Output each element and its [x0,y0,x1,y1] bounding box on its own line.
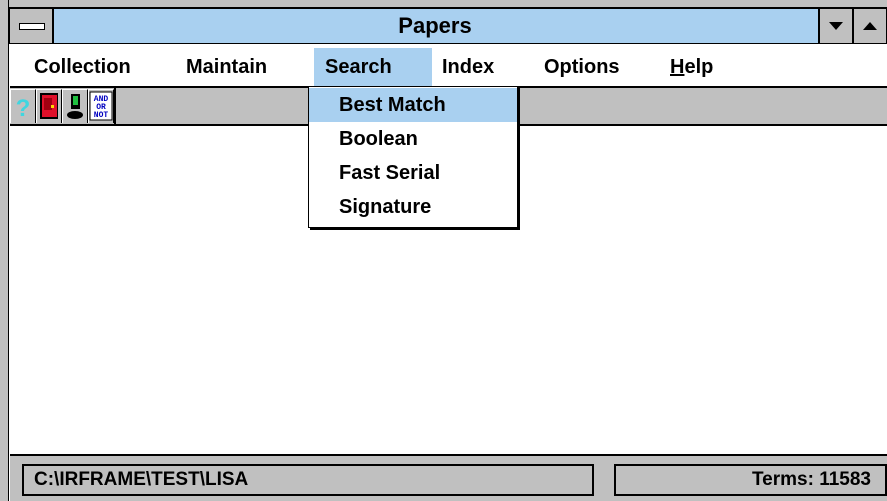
svg-text:?: ? [16,95,31,122]
exit-tool-button[interactable] [36,89,62,123]
menu-help-label: elp [684,56,714,78]
menu-help-accelerator: H [670,56,685,78]
menu-bar: Collection Maintain Search Index Options… [10,48,887,86]
maximize-arrow-icon [863,22,877,30]
phone-icon [67,94,83,119]
search-menu-fast-serial[interactable]: Fast Serial [309,156,517,190]
minimize-arrow-icon [829,22,843,30]
toolbar-divider [114,88,116,124]
system-menu-icon [19,23,45,30]
question-mark-icon: ? [16,95,31,122]
menu-search[interactable]: Search [314,48,432,86]
status-path: C:\IRFRAME\TEST\LISA [22,464,594,496]
boolean-tool-button[interactable]: AND OR NOT [88,89,114,123]
window-title: Papers [398,13,472,38]
app-window: Papers Collection Maintain Search Index … [0,0,887,501]
status-terms-count: Terms: 11583 [614,464,887,496]
and-or-not-icon: AND OR NOT [89,91,113,121]
search-menu-best-match[interactable]: Best Match [309,88,517,122]
search-menu-boolean[interactable]: Boolean [309,122,517,156]
search-dropdown-menu: Best Match Boolean Fast Serial Signature [308,86,518,228]
minimize-button[interactable] [818,9,852,43]
window-frame-left[interactable] [0,0,9,501]
connect-tool-button[interactable] [62,89,88,123]
menu-maintain[interactable]: Maintain [186,48,296,86]
menu-options[interactable]: Options [544,48,654,86]
search-menu-signature[interactable]: Signature [309,190,517,224]
system-menu-button[interactable] [10,9,54,43]
svg-text:NOT: NOT [94,111,109,120]
help-tool-button[interactable]: ? [10,89,36,123]
title-bar[interactable]: Papers [9,8,887,44]
menu-help[interactable]: Help [670,48,740,86]
menu-index[interactable]: Index [442,48,532,86]
maximize-button[interactable] [852,9,886,43]
menu-collection[interactable]: Collection [22,48,170,86]
window-frame-top[interactable] [9,0,887,8]
door-exit-icon [40,93,58,119]
status-bar: C:\IRFRAME\TEST\LISA Terms: 11583 [10,454,887,501]
